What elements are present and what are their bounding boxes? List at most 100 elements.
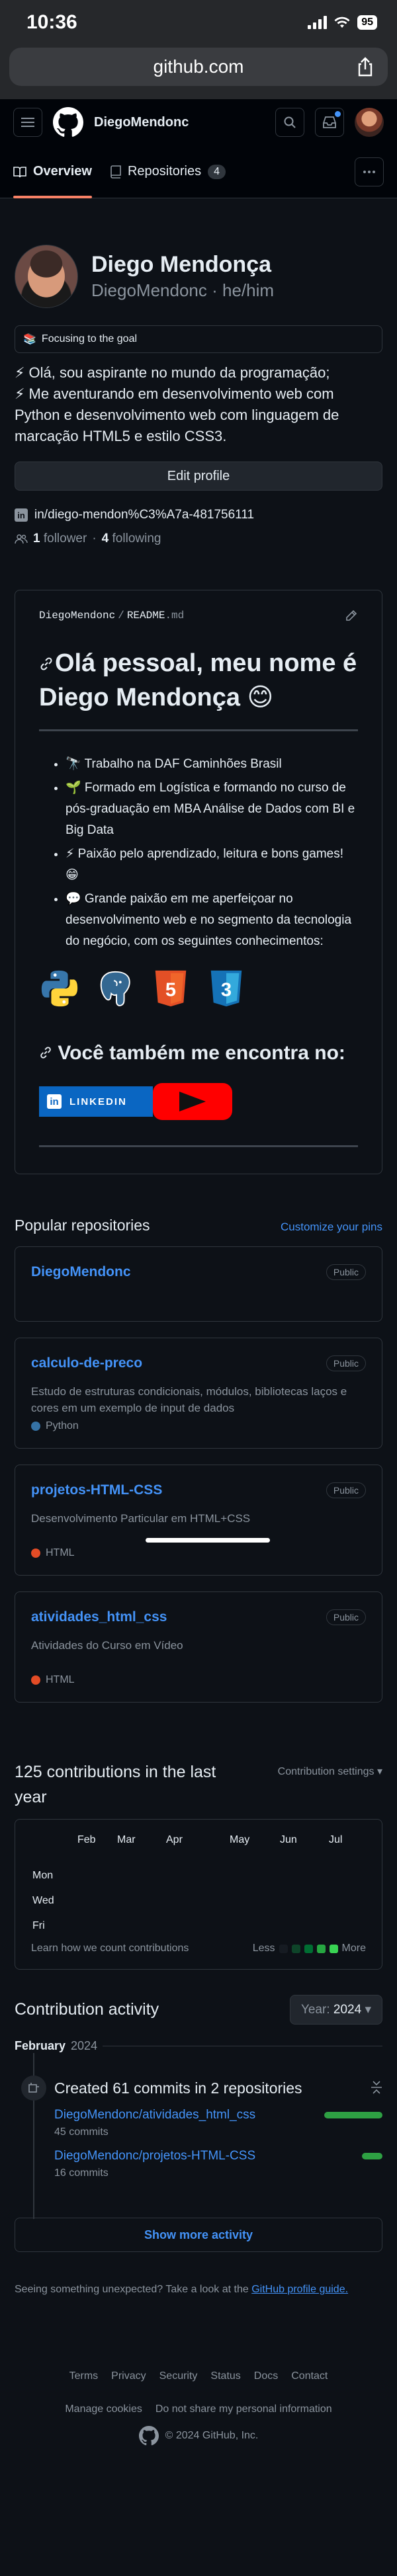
repo-link[interactable]: projetos-HTML-CSS (31, 1482, 162, 1498)
legend-swatch (316, 1944, 326, 1953)
share-icon[interactable] (355, 56, 376, 77)
scroll-indicator (146, 1538, 270, 1543)
profile-guide-link[interactable]: GitHub profile guide. (251, 2284, 348, 2295)
footer-link[interactable]: Manage cookies (65, 2399, 142, 2419)
commit-count[interactable]: 45 commits (54, 2126, 382, 2138)
youtube-play-icon (179, 1092, 206, 1111)
commit-repo-link[interactable]: DiegoMendonc/atividades_html_css (54, 2108, 255, 2122)
tab-repositories-label: Repositories (127, 164, 202, 179)
repo-link[interactable]: calculo-de-preco (31, 1355, 142, 1371)
profile-pronouns: he/him (222, 280, 275, 300)
profile-avatar[interactable] (15, 245, 78, 308)
tab-repositories[interactable]: Repositories 4 (110, 145, 226, 198)
url-text: github.com (153, 56, 244, 77)
menu-button[interactable] (13, 108, 42, 137)
commit-activity-item: Created 61 commits in 2 repositories Die… (0, 2053, 397, 2219)
github-mark-icon[interactable] (138, 2426, 159, 2446)
footer-link[interactable]: Privacy (111, 2366, 146, 2386)
followers-count: 1 (33, 532, 40, 545)
wifi-icon (334, 17, 350, 28)
repo-link[interactable]: atividades_html_css (31, 1609, 167, 1625)
language-name: Python (46, 1420, 79, 1431)
more-tabs-button[interactable] (355, 157, 384, 186)
youtube-badge[interactable] (153, 1083, 232, 1120)
visibility-badge: Public (326, 1355, 366, 1371)
github-logo-icon[interactable] (53, 107, 83, 138)
show-more-activity-button[interactable]: Show more activity (15, 2218, 382, 2252)
profile-section: Diego Mendonça DiegoMendonc · he/him 📚 F… (0, 198, 397, 546)
hamburger-icon (21, 118, 34, 127)
anchor-link-icon[interactable] (39, 1046, 52, 1059)
footer-link[interactable]: Contact (291, 2366, 328, 2386)
anchor-link-icon[interactable] (39, 657, 54, 671)
language-color-dot (31, 1675, 40, 1685)
repo-link[interactable]: DiegoMendonc (31, 1264, 131, 1279)
profile-tabs: Overview Repositories 4 (0, 145, 397, 198)
legend-swatch (329, 1944, 338, 1953)
html5-label: 5 (165, 980, 176, 1001)
footer-link[interactable]: Status (210, 2366, 240, 2386)
following-link[interactable]: 4 following (102, 532, 161, 546)
footer-link[interactable]: Security (159, 2366, 198, 2386)
readme-file: README (126, 610, 165, 622)
visibility-badge: Public (326, 1609, 366, 1625)
profile-identity: Diego Mendonça DiegoMendonc · he/him (15, 245, 382, 308)
status-text: Focusing to the goal (41, 333, 138, 344)
css3-label: 3 (221, 980, 232, 1001)
day-label: Wed (32, 1895, 54, 1906)
separator-dot: · (92, 532, 97, 545)
footer-links: Terms Privacy Security Status Docs Conta… (0, 2366, 397, 2419)
tech-icons-row: 5 3 (39, 968, 358, 1009)
year-label: Year: (300, 2003, 330, 2017)
edit-profile-button[interactable]: Edit profile (15, 462, 382, 491)
header-username[interactable]: DiegoMendonc (94, 115, 265, 130)
python-icon (41, 970, 78, 1007)
legend-swatch (279, 1944, 288, 1953)
readme-owner[interactable]: DiegoMendonc (39, 610, 115, 622)
readme-heading: Olá pessoal, meu nome é Diego Mendonça 😊 (39, 646, 358, 731)
github-header: DiegoMendonc (0, 99, 397, 145)
footer-link[interactable]: Docs (254, 2366, 278, 2386)
month-name: February (15, 2039, 66, 2052)
contribution-settings-button[interactable]: Contribution settings ▾ (278, 1765, 382, 1810)
followers-label: follower (43, 532, 87, 545)
kebab-horizontal-icon (363, 170, 375, 173)
inbox-button[interactable] (315, 108, 344, 137)
month-label: Mar (117, 1834, 136, 1845)
month-label: Apr (166, 1834, 183, 1845)
commit-repo-link[interactable]: DiegoMendonc/projetos-HTML-CSS (54, 2149, 255, 2163)
profile-bio: ⚡ Olá, sou aspirante no mundo da program… (15, 362, 382, 447)
footer: Terms Privacy Security Status Docs Conta… (0, 2366, 397, 2446)
divider (39, 1145, 358, 1147)
followers-link[interactable]: 1 follower (33, 532, 87, 546)
learn-contributions-link[interactable]: Learn how we count contributions (31, 1943, 189, 1954)
search-button[interactable] (275, 108, 304, 137)
day-label: Mon (32, 1870, 54, 1881)
profile-readme: DiegoMendonc / README.md Olá pessoal, meu … (15, 590, 382, 1174)
day-label: Fri (32, 1920, 45, 1931)
repo-language: HTML (31, 1547, 75, 1559)
postgresql-icon (100, 971, 130, 1006)
repo-description: Atividades do Curso em Vídeo (31, 1639, 183, 1652)
user-status[interactable]: 📚 Focusing to the goal (15, 325, 382, 353)
user-avatar[interactable] (355, 108, 384, 137)
commit-count[interactable]: 16 commits (54, 2167, 382, 2179)
commit-bar (362, 2153, 382, 2159)
graph-footer: Learn how we count contributions Less Mo… (31, 1943, 366, 1954)
address-bar[interactable]: github.com (9, 48, 388, 86)
repo-description: Estudo de estruturas condicionais, módul… (31, 1385, 347, 1414)
fold-icon[interactable] (371, 2079, 382, 2095)
month-label: Feb (77, 1834, 96, 1845)
status-time: 10:36 (26, 11, 77, 33)
tab-overview[interactable]: Overview (13, 145, 92, 198)
pencil-icon[interactable] (345, 609, 358, 622)
year-select[interactable]: Year: 2024 ▾ (289, 1995, 382, 2025)
footer-link[interactable]: Do not share my personal information (155, 2399, 332, 2419)
linkedin-badge[interactable]: in LINKEDIN (39, 1086, 153, 1117)
customize-pins-link[interactable]: Customize your pins (281, 1221, 382, 1234)
linkedin-link[interactable]: in/diego-mendon%C3%A7a-481756111 (34, 508, 254, 522)
language-color-dot (31, 1422, 40, 1431)
legend-swatch (304, 1944, 313, 1953)
activity-header: Contribution activity Year: 2024 ▾ (0, 1995, 397, 2025)
footer-link[interactable]: Terms (69, 2366, 99, 2386)
